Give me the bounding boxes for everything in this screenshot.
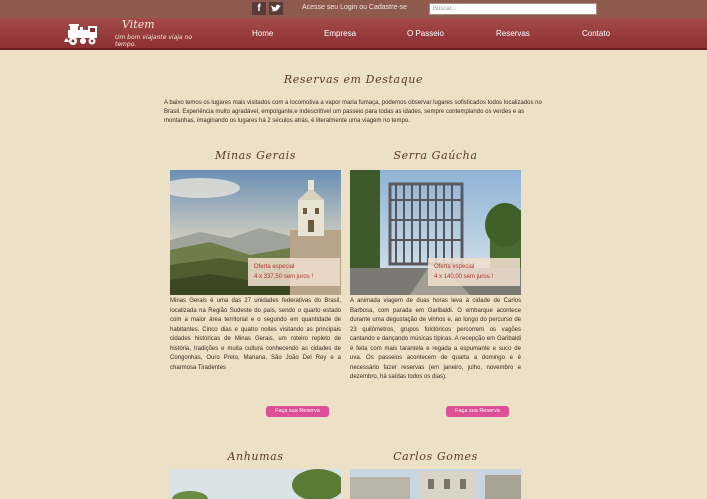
login-link[interactable]: Acesse seu Login ou Cadastre-se [302,4,407,11]
reserve-button-serra-gaucha[interactable]: Faça sua Reserva [446,406,509,417]
social-links: f [252,2,283,15]
nav-item-contato[interactable]: Contato [582,29,610,38]
special-offer-badge: Oferta especial 4 x 337,50 sem juros ! [248,258,340,286]
nav-item-empresa[interactable]: Empresa [324,29,356,38]
offer-price: 4 x 140,00 sem juros ! [434,274,494,280]
card-title-anhumas: Anhumas [227,450,284,463]
offer-label: Oferta especial [254,264,295,270]
card-title-carlos-gomes: Carlos Gomes [393,450,478,463]
reserve-button-minas-gerais[interactable]: Faça sua Reserva [266,406,329,417]
train-logo-icon[interactable] [64,22,102,46]
nav-item-o-passeio[interactable]: O Passeio [407,29,444,38]
twitter-icon[interactable] [269,2,283,15]
facebook-icon[interactable]: f [252,2,266,15]
nav-item-reservas[interactable]: Reservas [496,29,530,38]
card-title-serra-gaucha: Serra Gaúcha [393,149,478,162]
nav-item-home[interactable]: Home [252,29,273,38]
brand-tagline: Um bom viajante viaja no tempo. [115,34,192,48]
special-offer-badge: Oferta especial 4 x 140,00 sem juros ! [428,258,520,286]
page-title: Reservas em Destaque [283,73,424,86]
top-bar: f Acesse seu Login ou Cadastre-se Buscar… [0,0,707,18]
offer-label: Oferta especial [434,264,475,270]
card-description: Minas Gerais é uma das 27 unidades feder… [170,298,341,371]
carlos-gomes-photo[interactable] [350,469,521,499]
card-description: A animada viagem de duas horas leva à ci… [350,298,521,380]
anhumas-photo[interactable] [170,469,341,499]
brand-name[interactable]: Vitem [122,18,155,31]
card-title-minas-gerais: Minas Gerais [214,149,297,162]
main-navigation: Vitem Um bom viajante viaja no tempo. Ho… [0,18,707,50]
intro-text: A baixo temos os lugares mais visitados … [164,100,542,125]
search-input[interactable]: Buscar... [429,3,597,15]
offer-price: 4 x 337,50 sem juros ! [254,274,314,280]
